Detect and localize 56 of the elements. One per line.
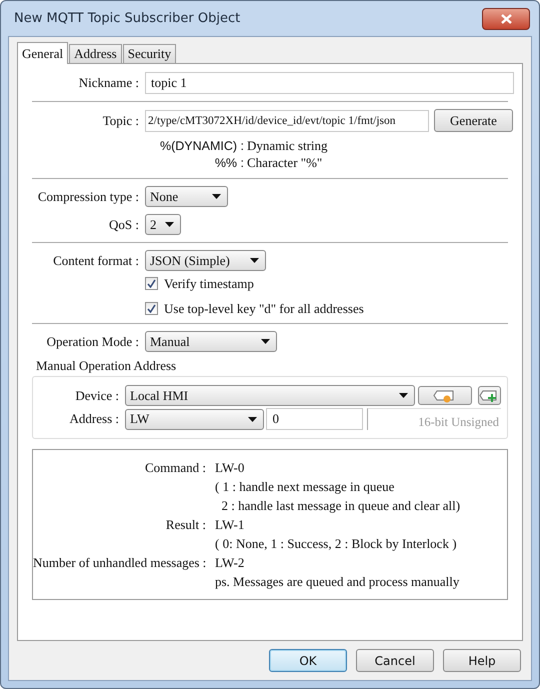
- checkbox-label: Use top-level key "d" for all addresses: [164, 300, 364, 316]
- device-dropdown[interactable]: Local HMI: [125, 385, 416, 406]
- close-button[interactable]: [482, 8, 530, 30]
- help-key: %(DYNAMIC) :: [26, 138, 247, 152]
- help-key: %% :: [26, 156, 247, 170]
- tag-button[interactable]: [418, 386, 472, 405]
- field-label: Nickname :: [78, 75, 140, 91]
- info-text: ps. Messages are queued and process manually: [215, 574, 460, 591]
- operation-mode-dropdown[interactable]: Manual: [145, 331, 277, 352]
- caret-icon: [250, 258, 259, 263]
- address-value: LW-1: [215, 517, 246, 534]
- topic-field[interactable]: 2/type/cMT3072XH/id/device_id/evt/topic 1/fmt/json: [145, 110, 429, 132]
- field-label: Device :: [74, 388, 120, 404]
- checkbox[interactable]: [145, 302, 158, 315]
- caret-icon: [165, 222, 174, 227]
- dialog-button[interactable]: OK: [269, 649, 347, 672]
- caret-icon: [399, 393, 408, 398]
- window-title: New MQTT Topic Subscriber Object: [13, 11, 240, 26]
- address-value: LW-0: [215, 460, 246, 477]
- close-icon: [500, 14, 512, 24]
- info-label: Number of unhandled messages :: [33, 555, 208, 572]
- field-label: Address :: [68, 411, 120, 427]
- help-text: Character "%": [247, 154, 322, 170]
- address-field[interactable]: 0: [266, 408, 364, 430]
- content-format-dropdown[interactable]: JSON (Simple): [145, 250, 266, 271]
- dialog-button[interactable]: Cancel: [356, 649, 434, 672]
- dialog-button[interactable]: Help: [443, 649, 521, 672]
- field-label: Compression type :: [36, 188, 140, 204]
- tab[interactable]: General: [17, 42, 68, 64]
- caret-icon: [261, 339, 270, 344]
- add-tag-button[interactable]: [478, 386, 501, 405]
- field-label: Topic :: [102, 112, 140, 128]
- info-label: Command :: [144, 460, 207, 477]
- tab[interactable]: Address: [69, 44, 122, 63]
- generate-button[interactable]: Generate: [434, 109, 513, 132]
- group-title: Manual Operation Address: [36, 358, 176, 374]
- info-text: ( 0: None, 1 : Success, 2 : Block by Interlock ): [215, 536, 457, 553]
- help-text: Dynamic string: [247, 138, 328, 154]
- nickname-field[interactable]: topic 1: [145, 72, 514, 94]
- address-type-dropdown[interactable]: LW: [125, 408, 264, 430]
- info-text: ( 1 : handle next message in queue: [215, 479, 396, 496]
- field-label: Operation Mode :: [46, 334, 140, 350]
- compression-dropdown[interactable]: None: [145, 186, 228, 207]
- data-format-label: 16-bit Unsigned: [367, 408, 501, 430]
- info-label: Result :: [164, 517, 207, 534]
- caret-icon: [212, 194, 221, 199]
- tab[interactable]: Security: [122, 44, 176, 63]
- add-tag-icon: [479, 388, 500, 402]
- info-text: 2 : handle last message in queue and clear all): [220, 498, 460, 515]
- checkbox[interactable]: [145, 277, 158, 290]
- field-label: Content format :: [52, 252, 140, 268]
- checkbox-label: Verify timestamp: [164, 276, 254, 292]
- field-label: QoS :: [108, 216, 140, 232]
- address-value: LW-2: [215, 555, 246, 572]
- qos-dropdown[interactable]: 2: [145, 214, 181, 235]
- caret-icon: [248, 416, 258, 422]
